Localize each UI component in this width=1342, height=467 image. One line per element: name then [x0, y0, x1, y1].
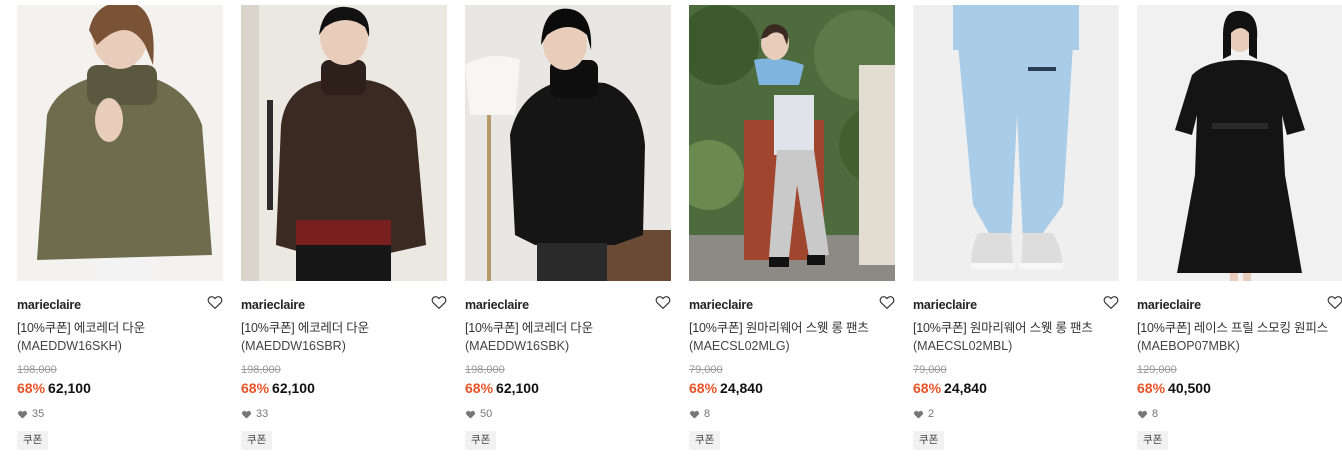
- like-heart-icon: [913, 409, 924, 419]
- product-brand[interactable]: marieclaire: [913, 298, 977, 312]
- product-image[interactable]: [465, 5, 671, 281]
- like-heart-icon: [1137, 409, 1148, 419]
- product-name[interactable]: [10%쿠폰] 에코레더 다운: [465, 320, 671, 337]
- discount-rate: 68%: [913, 380, 942, 396]
- product-code: (MAEDDW16SKH): [17, 339, 122, 353]
- product-code: (MAEBOP07MBK): [1137, 339, 1240, 353]
- sale-price: 62,100: [272, 380, 315, 396]
- like-count-value: 2: [928, 408, 935, 420]
- like-heart-icon: [17, 409, 28, 419]
- discount-rate: 68%: [17, 380, 46, 396]
- coupon-badge[interactable]: 쿠폰: [465, 431, 497, 450]
- product-card[interactable]: marieclaire [10%쿠폰] 에코레더 다운 (MAEDDW16SBK) 1…: [465, 5, 671, 450]
- product-brand[interactable]: marieclaire: [1137, 298, 1201, 312]
- like-count: 50: [465, 407, 671, 421]
- coupon-badge[interactable]: 쿠폰: [689, 431, 721, 450]
- like-heart-icon: [689, 409, 700, 419]
- original-price: 198,000: [17, 364, 57, 376]
- like-count-value: 8: [704, 408, 711, 420]
- product-card[interactable]: marieclaire [10%쿠폰] 레이스 프릴 스모킹 원피스 (MAEBOP…: [1137, 5, 1342, 450]
- product-image[interactable]: [17, 5, 223, 281]
- price-row: 68% 62,100: [17, 379, 223, 397]
- product-brand[interactable]: marieclaire: [241, 298, 305, 312]
- like-count-value: 8: [1152, 408, 1159, 420]
- product-card[interactable]: marieclaire [10%쿠폰] 에코레더 다운 (MAEDDW16SBR) 1…: [241, 5, 447, 450]
- coupon-badge[interactable]: 쿠폰: [913, 431, 945, 450]
- product-name[interactable]: [10%쿠폰] 원마리웨어 스웻 롱 팬츠: [689, 320, 895, 337]
- product-code: (MAEDDW16SBR): [241, 339, 346, 353]
- product-card[interactable]: marieclaire [10%쿠폰] 에코레더 다운 (MAEDDW16SKH) 1…: [17, 5, 223, 450]
- price-row: 68% 62,100: [465, 379, 671, 397]
- coupon-badge[interactable]: 쿠폰: [241, 431, 273, 450]
- product-code: (MAECSL02MLG): [689, 339, 790, 353]
- coupon-badge[interactable]: 쿠폰: [1137, 431, 1169, 450]
- like-count: 8: [1137, 407, 1342, 421]
- like-count-value: 50: [480, 408, 493, 420]
- original-price: 198,000: [241, 364, 281, 376]
- like-heart-icon: [241, 409, 252, 419]
- heart-icon[interactable]: [430, 293, 448, 311]
- product-brand[interactable]: marieclaire: [689, 298, 753, 312]
- original-price: 198,000: [465, 364, 505, 376]
- product-image[interactable]: [241, 5, 447, 281]
- sale-price: 62,100: [496, 380, 539, 396]
- product-image[interactable]: [1137, 5, 1342, 281]
- product-grid: marieclaire [10%쿠폰] 에코레더 다운 (MAEDDW16SKH) 1…: [0, 0, 1342, 467]
- original-price: 79,000: [913, 364, 947, 376]
- product-code: (MAECSL02MBL): [913, 339, 1013, 353]
- price-row: 68% 40,500: [1137, 379, 1342, 397]
- heart-icon[interactable]: [1326, 293, 1342, 311]
- like-count-value: 35: [32, 408, 45, 420]
- price-row: 68% 24,840: [913, 379, 1119, 397]
- discount-rate: 68%: [689, 380, 718, 396]
- price-row: 68% 62,100: [241, 379, 447, 397]
- price-row: 68% 24,840: [689, 379, 895, 397]
- like-heart-icon: [465, 409, 476, 419]
- like-count: 8: [689, 407, 895, 421]
- discount-rate: 68%: [241, 380, 270, 396]
- heart-icon[interactable]: [1102, 293, 1120, 311]
- product-image[interactable]: [913, 5, 1119, 281]
- product-name[interactable]: [10%쿠폰] 레이스 프릴 스모킹 원피스: [1137, 320, 1342, 337]
- discount-rate: 68%: [1137, 380, 1166, 396]
- product-name[interactable]: [10%쿠폰] 원마리웨어 스웻 롱 팬츠: [913, 320, 1119, 337]
- sale-price: 24,840: [944, 380, 987, 396]
- product-brand[interactable]: marieclaire: [17, 298, 81, 312]
- like-count: 33: [241, 407, 447, 421]
- discount-rate: 68%: [465, 380, 494, 396]
- sale-price: 62,100: [48, 380, 91, 396]
- like-count: 35: [17, 407, 223, 421]
- sale-price: 24,840: [720, 380, 763, 396]
- coupon-badge[interactable]: 쿠폰: [17, 431, 49, 450]
- like-count: 2: [913, 407, 1119, 421]
- heart-icon[interactable]: [878, 293, 896, 311]
- product-card[interactable]: marieclaire [10%쿠폰] 원마리웨어 스웻 롱 팬츠 (MAECSL0…: [913, 5, 1119, 450]
- like-count-value: 33: [256, 408, 269, 420]
- heart-icon[interactable]: [654, 293, 672, 311]
- original-price: 79,000: [689, 364, 723, 376]
- original-price: 129,000: [1137, 364, 1177, 376]
- sale-price: 40,500: [1168, 380, 1211, 396]
- product-image[interactable]: [689, 5, 895, 281]
- product-code: (MAEDDW16SBK): [465, 339, 570, 353]
- product-name[interactable]: [10%쿠폰] 에코레더 다운: [17, 320, 223, 337]
- product-name[interactable]: [10%쿠폰] 에코레더 다운: [241, 320, 447, 337]
- product-brand[interactable]: marieclaire: [465, 298, 529, 312]
- heart-icon[interactable]: [206, 293, 224, 311]
- product-card[interactable]: marieclaire [10%쿠폰] 원마리웨어 스웻 롱 팬츠 (MAECSL0…: [689, 5, 895, 450]
